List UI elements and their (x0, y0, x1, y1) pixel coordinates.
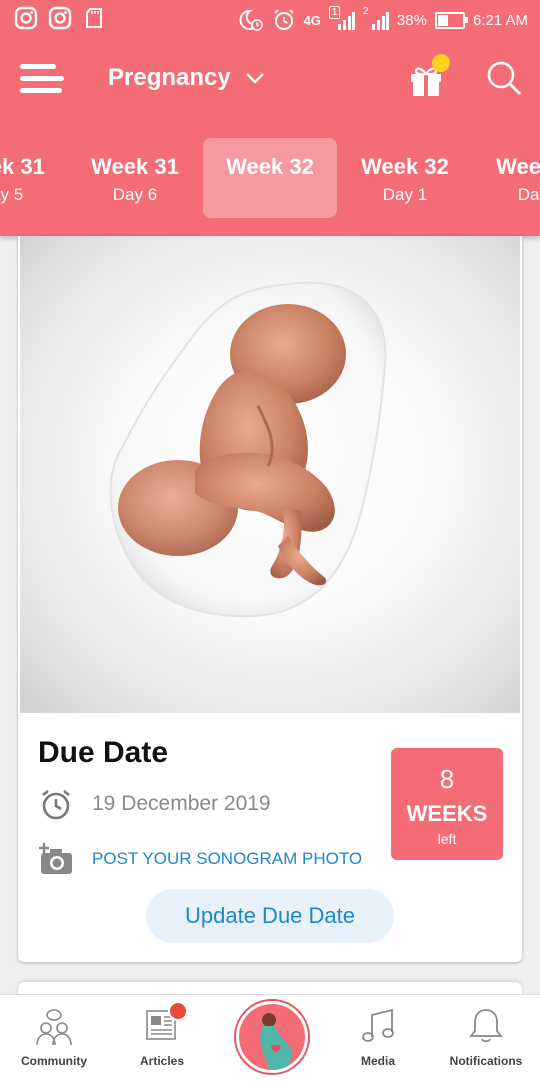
nav-notifications-label: Notifications (449, 1054, 523, 1068)
tab-week-32-day-1[interactable]: Week 32 Day 1 (338, 138, 472, 218)
bell-icon (469, 1009, 503, 1043)
app-header: Pregnancy (0, 38, 540, 120)
clock-icon (42, 789, 70, 820)
pregnancy-home-button[interactable] (236, 1001, 308, 1073)
nav-community[interactable]: Community (0, 995, 108, 1081)
sim2-label: 2 (362, 6, 369, 17)
pregnancy-dropdown[interactable]: Pregnancy (108, 64, 265, 92)
pregnancy-icon (260, 1013, 292, 1070)
clock-time: 6:21 AM (472, 11, 528, 29)
music-icon (362, 1008, 394, 1042)
weeks-label: WEEKS (406, 801, 488, 826)
network-type: 4G (303, 12, 321, 28)
instagram-icon (48, 6, 72, 30)
status-bar: 4G 1 2 38% 6:21 AM (0, 0, 540, 38)
tab-week-label: Week 32 (226, 154, 314, 179)
sd-card-icon (86, 8, 102, 28)
update-due-date-button[interactable]: Update Due Date (146, 889, 394, 943)
tab-day-label: Day 2 (517, 185, 540, 204)
battery-percent: 38% (396, 11, 427, 29)
due-date-title: Due Date (38, 736, 169, 769)
fetus-illustration (20, 236, 520, 713)
battery-icon (434, 11, 468, 29)
tab-week-32-day-2[interactable]: Week 32 Day 2 (473, 138, 540, 218)
tab-week-31-day-6[interactable]: Week 31 Day 6 (68, 138, 202, 218)
notification-dot (432, 54, 450, 72)
fetus-image (109, 281, 387, 618)
tab-day-label: Day 5 (0, 185, 24, 204)
tab-day-label: Day 6 (112, 185, 158, 204)
alarm-icon (273, 9, 294, 30)
camera-add-icon[interactable] (38, 842, 74, 876)
nav-articles-label: Articles (139, 1054, 185, 1068)
instagram-icon (14, 6, 38, 30)
tab-day-label: Day 1 (382, 185, 428, 204)
nav-media[interactable]: Media (324, 995, 432, 1081)
app-title: Pregnancy (108, 64, 231, 91)
week-tabs: Week 31 Day 5 Week 31 Day 6 Week 32 Week… (0, 120, 540, 236)
menu-icon[interactable] (20, 62, 64, 96)
nav-community-label: Community (21, 1054, 87, 1068)
tab-week-label: Week 31 (0, 154, 45, 179)
nav-media-label: Media (360, 1054, 395, 1068)
tab-week-31-day-5[interactable]: Week 31 Day 5 (0, 138, 68, 218)
signal-icon: 1 (328, 6, 355, 30)
community-icon (36, 1009, 72, 1046)
bottom-navigation: Community Articles Media Notifications (0, 994, 540, 1081)
weeks-left-number: 8 (439, 764, 455, 794)
weeks-left-badge: 8 WEEKS left (391, 748, 503, 860)
articles-badge (168, 1001, 188, 1021)
tab-week-label: Week 32 (361, 154, 449, 179)
moon-alarm-icon (239, 9, 263, 31)
signal-icon: 2 (363, 6, 389, 30)
weeks-left-suffix: left (437, 831, 457, 847)
tab-week-32[interactable]: Week 32 (203, 138, 337, 218)
due-date-value: 19 December 2019 (92, 792, 271, 815)
nav-notifications[interactable]: Notifications (432, 995, 540, 1081)
tab-week-label: Week 31 (91, 154, 179, 179)
tab-week-label: Week 32 (496, 154, 540, 179)
chevron-down-icon (245, 73, 264, 84)
due-date-card: Due Date 19 December 2019 POST YOUR SONO… (18, 236, 522, 962)
post-sonogram-link[interactable]: POST YOUR SONOGRAM PHOTO (92, 849, 362, 869)
nav-articles[interactable]: Articles (108, 995, 216, 1081)
search-icon[interactable] (486, 60, 522, 96)
